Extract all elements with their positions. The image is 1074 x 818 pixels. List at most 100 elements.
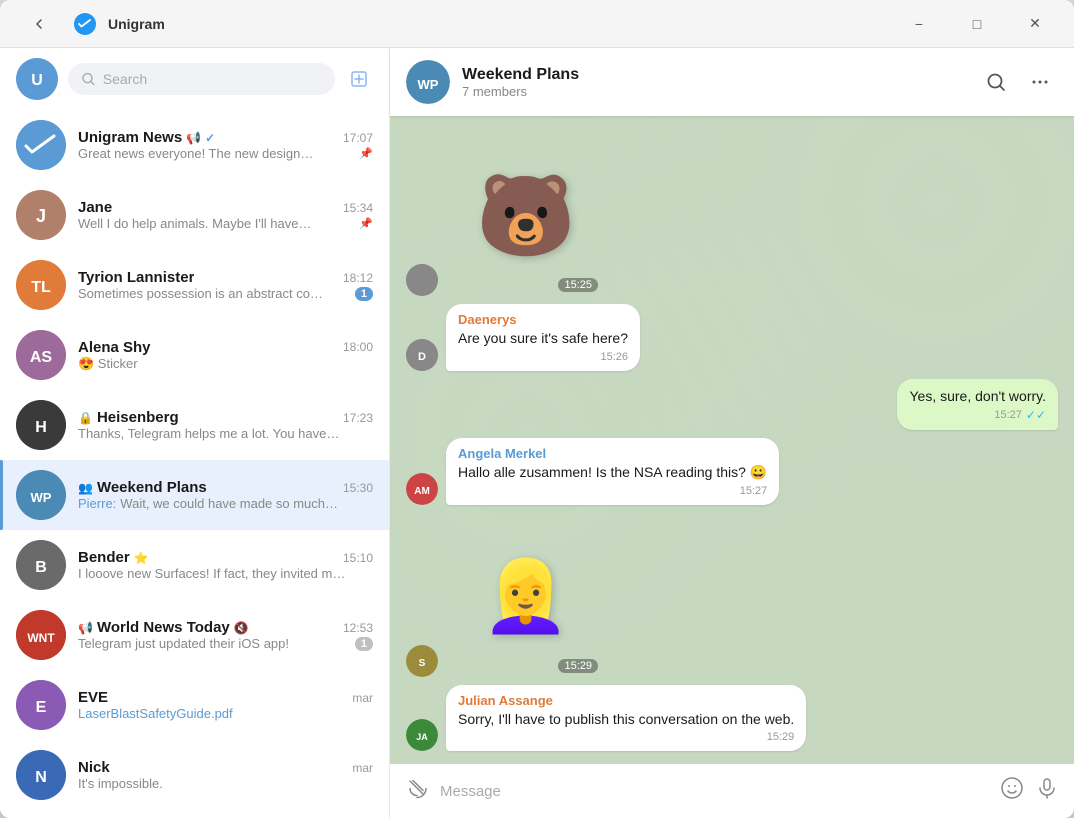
chat-item-jane[interactable]: J Jane 15:34 Well I do help animals. May…	[0, 180, 389, 250]
search-bar[interactable]	[68, 63, 335, 95]
message-meta: 15:26	[458, 351, 628, 363]
chat-preview: Telegram just updated their iOS app!	[78, 636, 351, 651]
search-icon	[82, 72, 95, 86]
message-row: D Daenerys Are you sure it's safe here? …	[406, 304, 1058, 371]
telegram-icon	[74, 13, 96, 35]
emoji-button[interactable]	[1000, 776, 1024, 806]
message-text: Hallo alle zusammen! Is the NSA reading …	[458, 463, 767, 483]
chat-header-actions	[978, 64, 1058, 100]
chat-preview: Thanks, Telegram helps me a lot. You hav…	[78, 426, 339, 441]
message-row-outgoing: Yes, sure, don't worry. 15:27 ✓✓	[406, 379, 1058, 431]
chat-preview: It's impossible.	[78, 776, 163, 791]
chat-time: 18:00	[343, 340, 373, 354]
chat-name: Nick	[78, 759, 110, 776]
message-avatar: S	[406, 645, 438, 677]
chat-header-avatar[interactable]: WP	[406, 60, 450, 104]
chat-item-world-news[interactable]: WNT 📢 World News Today 🔇 12:53	[0, 600, 389, 670]
svg-text:WP: WP	[31, 490, 52, 505]
search-chat-button[interactable]	[978, 64, 1014, 100]
svg-text:H: H	[35, 419, 47, 436]
chat-name: EVE	[78, 689, 108, 706]
chat-preview: Well I do help animals. Maybe I'll have…	[78, 216, 311, 231]
message-time: 15:26	[600, 351, 628, 363]
message-avatar: D	[406, 339, 438, 371]
pin-icon: 📌	[359, 147, 373, 160]
message-bubble: Julian Assange Sorry, I'll have to publi…	[446, 685, 806, 752]
compose-button[interactable]	[345, 65, 373, 93]
chat-item-heisenberg[interactable]: H 🔒 Heisenberg 17:23 Thanks, Telegram he…	[0, 390, 389, 460]
chat-list: Unigram News 📢 ✓ 17:07 Great news everyo…	[0, 110, 389, 818]
chat-preview: Sometimes possession is an abstract co…	[78, 286, 351, 301]
message-bubble: Daenerys Are you sure it's safe here? 15…	[446, 304, 640, 371]
chat-time: 17:23	[343, 411, 373, 425]
chat-time: 15:10	[343, 551, 373, 565]
chat-name: Bender	[78, 549, 130, 566]
chat-preview: Great news everyone! The new design…	[78, 146, 313, 161]
channel-icon: 📢	[78, 621, 93, 635]
voice-button[interactable]	[1036, 777, 1058, 805]
chat-item-weekend-plans[interactable]: WP 👥 Weekend Plans 15:30 Pierre: W	[0, 460, 389, 530]
sticker-time: 15:25	[558, 278, 598, 292]
svg-text:WP: WP	[418, 77, 439, 92]
chat-header: WP Weekend Plans 7 members	[390, 48, 1074, 116]
message-input[interactable]	[440, 783, 988, 800]
close-button[interactable]: ✕	[1012, 8, 1058, 40]
chat-time: mar	[352, 761, 373, 775]
maximize-button[interactable]: □	[954, 8, 1000, 40]
message-row-angela: AM Angela Merkel Hallo alle zusammen! Is…	[406, 438, 1058, 505]
svg-text:U: U	[31, 72, 43, 89]
unread-badge: 1	[355, 287, 373, 301]
svg-text:TL: TL	[31, 279, 51, 296]
chat-item-bender[interactable]: B Bender ⭐ 15:10 I looove new Surfaces! …	[0, 530, 389, 600]
chat-header-name: Weekend Plans	[462, 66, 966, 84]
chat-header-members: 7 members	[462, 84, 966, 99]
sticker-image: 🐻 15:25	[446, 136, 606, 296]
message-bubble: Angela Merkel Hallo alle zusammen! Is th…	[446, 438, 779, 505]
window-controls: − □ ✕	[896, 8, 1058, 40]
message-row-julian: JA Julian Assange Sorry, I'll have to pu…	[406, 685, 1058, 752]
svg-text:AM: AM	[414, 486, 430, 497]
chat-time: mar	[352, 691, 373, 705]
message-avatar: AM	[406, 473, 438, 505]
sticker-time-2: 15:29	[558, 659, 598, 673]
svg-text:AS: AS	[30, 349, 53, 366]
search-input[interactable]	[103, 71, 321, 87]
attach-button[interactable]	[406, 777, 428, 805]
svg-text:S: S	[419, 658, 426, 669]
message-time: 15:27	[740, 485, 768, 497]
sticker-message-2: S 👱‍♀️ 15:29	[406, 517, 1058, 677]
message-avatar	[406, 264, 438, 296]
chat-name: Heisenberg	[97, 409, 179, 426]
chat-item-alena[interactable]: AS Alena Shy 18:00 😍 Sticker	[0, 320, 389, 390]
chat-preview-sender: Pierre:	[78, 496, 116, 511]
minimize-button[interactable]: −	[896, 8, 942, 40]
message-text: Sorry, I'll have to publish this convers…	[458, 710, 794, 730]
chat-item-nick[interactable]: N Nick mar It's impossible.	[0, 740, 389, 810]
chat-header-info: Weekend Plans 7 members	[462, 66, 966, 99]
chat-preview: Wait, we could have made so much…	[120, 496, 338, 511]
read-check-icon: ✓✓	[1026, 408, 1046, 422]
message-sender: Julian Assange	[458, 693, 794, 708]
svg-text:WNT: WNT	[27, 631, 55, 645]
user-avatar[interactable]: U	[16, 58, 58, 100]
message-input-area	[390, 764, 1074, 818]
back-button[interactable]	[16, 8, 62, 40]
message-bubble-outgoing: Yes, sure, don't worry. 15:27 ✓✓	[897, 379, 1058, 431]
chat-name: Unigram News	[78, 129, 182, 146]
group-icon: 👥	[78, 481, 93, 495]
chat-name: Tyrion Lannister	[78, 269, 194, 286]
pin-icon: 📌	[359, 217, 373, 230]
app-title: Unigram	[108, 16, 884, 32]
chat-item-unigram-news[interactable]: Unigram News 📢 ✓ 17:07 Great news everyo…	[0, 110, 389, 180]
sticker-image-2: 👱‍♀️ 15:29	[446, 517, 606, 677]
message-meta: 15:29	[458, 731, 794, 743]
chat-item-eve[interactable]: E EVE mar LaserBlastSafetyGuide.pdf	[0, 670, 389, 740]
chat-time: 15:34	[343, 201, 373, 215]
titlebar: Unigram − □ ✕	[0, 0, 1074, 48]
chat-name: World News Today	[97, 619, 230, 636]
message-sender: Daenerys	[458, 312, 628, 327]
chat-name: Jane	[78, 199, 112, 216]
more-options-button[interactable]	[1022, 64, 1058, 100]
chat-preview: I looove new Surfaces! If fact, they inv…	[78, 566, 345, 581]
chat-item-tyrion[interactable]: TL Tyrion Lannister 18:12 Sometimes poss…	[0, 250, 389, 320]
